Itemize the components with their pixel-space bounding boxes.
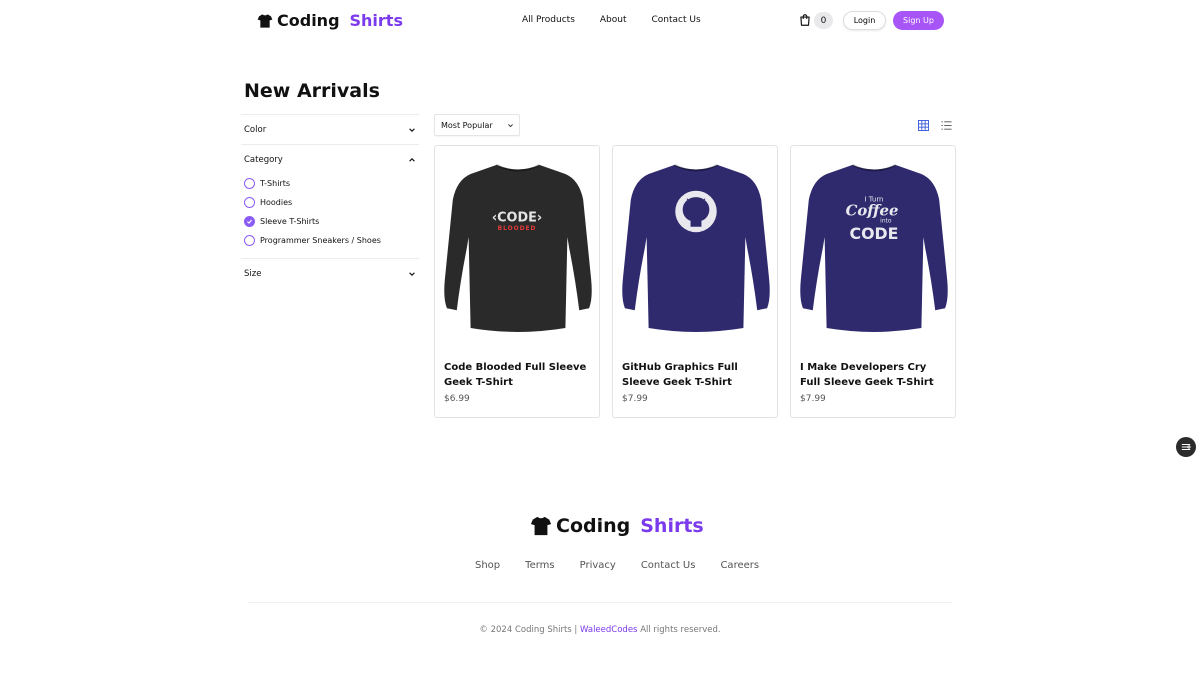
product-price: $7.99 [800,394,826,404]
product-name[interactable]: I Make Developers Cry Full Sleeve Geek T… [800,360,950,390]
author-link[interactable]: WaleedCodes [580,625,637,635]
product-name[interactable]: GitHub Graphics Full Sleeve Geek T-Shirt [622,360,772,390]
tshirt-icon [530,516,552,536]
filter-category-toggle[interactable]: Category [241,145,419,174]
list-view-icon[interactable] [941,120,952,131]
signup-button[interactable]: Sign Up [893,11,944,30]
product-grid: ‹CODE› BLOODED Code Blooded Full Sleeve Ge… [434,145,956,418]
filter-sidebar: Color Category T-Shirts Hoodies Sleeve T-S… [241,114,419,288]
filter-color-label: Color [244,124,267,135]
product-image[interactable]: ‹CODE›BLOODED [439,160,597,336]
grid-view-icon[interactable] [918,120,929,131]
nav-contact-us[interactable]: Contact Us [652,15,701,25]
product-price: $6.99 [444,394,470,404]
footer-link-contact[interactable]: Contact Us [641,560,696,571]
category-option[interactable]: Programmer Sneakers / Shoes [244,231,419,250]
category-option[interactable]: Sleeve T-Shirts [244,212,419,231]
svg-text:CODE: CODE [850,224,899,243]
sort-selected-value: Most Popular [441,120,493,130]
cart-icon[interactable] [798,13,812,27]
copyright-prefix: © 2024 Coding Shirts | [479,625,578,635]
filter-category-label: Category [244,154,283,165]
footer-link-shop[interactable]: Shop [475,560,500,571]
footer-divider [248,602,952,603]
filter-toggle-icon [1181,444,1191,450]
main-nav: All Products About Contact Us [522,15,701,25]
category-option[interactable]: Hoodies [244,193,419,212]
radio-icon[interactable] [244,197,255,208]
footer-link-privacy[interactable]: Privacy [580,560,616,571]
cart-count-badge[interactable]: 0 [814,12,833,29]
radio-icon[interactable] [244,235,255,246]
svg-text:‹CODE›: ‹CODE› [492,210,542,225]
footer-nav: Shop Terms Privacy Contact Us Careers [475,560,759,571]
header-logo[interactable]: Coding Shirts [257,11,403,30]
radio-checked-icon[interactable] [244,216,255,227]
filter-color: Color [241,114,419,144]
footer-link-terms[interactable]: Terms [525,560,554,571]
category-option-label: Hoodies [260,198,293,207]
product-image[interactable] [617,160,775,336]
floating-action-button[interactable] [1176,437,1196,457]
footer-logo[interactable]: Coding Shirts [530,515,704,537]
chevron-down-icon [508,123,513,127]
logo-text-accent: Shirts [640,515,704,537]
page-title: New Arrivals [244,80,380,102]
category-option-label: T-Shirts [260,179,291,188]
product-card[interactable]: GitHub Graphics Full Sleeve Geek T-Shirt… [612,145,778,418]
chevron-up-icon [409,157,415,162]
product-card[interactable]: ‹CODE› BLOODED Code Blooded Full Sleeve Ge… [434,145,600,418]
nav-about[interactable]: About [600,15,627,25]
product-card[interactable]: I Turn Coffee into CODE I Make Developers Cr… [790,145,956,418]
logo-text-accent: Shirts [349,11,403,30]
radio-icon[interactable] [244,178,255,189]
product-price: $7.99 [622,394,648,404]
copyright-suffix: All rights reserved. [640,625,721,635]
footer-link-careers[interactable]: Careers [720,560,759,571]
category-option-label: Programmer Sneakers / Shoes [260,236,381,245]
filter-color-toggle[interactable]: Color [241,115,419,144]
chevron-down-icon [409,127,415,132]
chevron-down-icon [409,271,415,276]
filter-size: Size [241,258,419,288]
logo-text-main: Coding [277,11,340,30]
nav-all-products[interactable]: All Products [522,15,575,25]
category-option[interactable]: T-Shirts [244,174,419,193]
product-name[interactable]: Code Blooded Full Sleeve Geek T-Shirt [444,360,594,390]
copyright: © 2024 Coding Shirts | WaleedCodes All r… [0,625,1200,635]
login-button[interactable]: Login [843,11,886,30]
filter-category: Category T-Shirts Hoodies Sleeve T-Shirts P… [241,144,419,258]
filter-size-label: Size [244,268,262,279]
sort-select[interactable]: Most Popular [434,114,520,136]
svg-text:BLOODED: BLOODED [498,226,537,232]
tshirt-icon [257,13,273,28]
filter-size-toggle[interactable]: Size [241,259,419,288]
logo-text-main: Coding [556,515,631,537]
product-image[interactable]: I TurnCoffeeintoCODE [795,160,953,336]
category-option-label: Sleeve T-Shirts [260,217,320,226]
category-options: T-Shirts Hoodies Sleeve T-Shirts Programmer… [241,174,419,258]
svg-text:Coffee: Coffee [846,202,899,219]
